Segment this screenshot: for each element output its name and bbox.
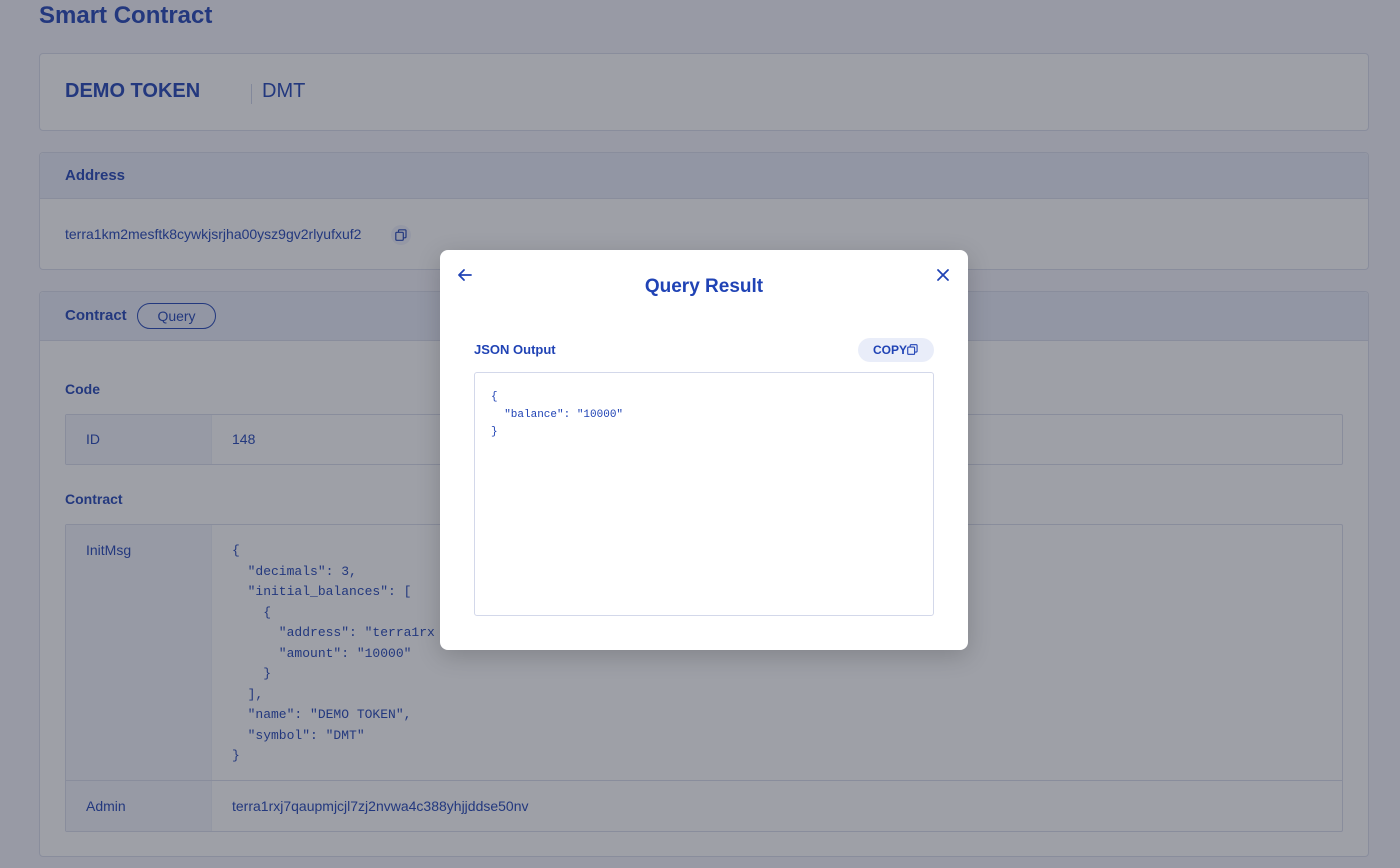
copy-button-label: COPY [873,343,908,357]
close-icon [937,269,949,281]
copy-icon [907,344,918,355]
copy-json-button[interactable]: COPY [858,338,934,362]
json-output-label: JSON Output [474,342,556,357]
json-output-box[interactable]: { "balance": "10000" } [474,372,934,616]
close-button[interactable] [934,266,952,284]
query-result-modal: Query Result JSON Output COPY { "balance… [440,250,968,650]
modal-title: Query Result [644,276,764,297]
json-output-text: { "balance": "10000" } [491,391,624,438]
